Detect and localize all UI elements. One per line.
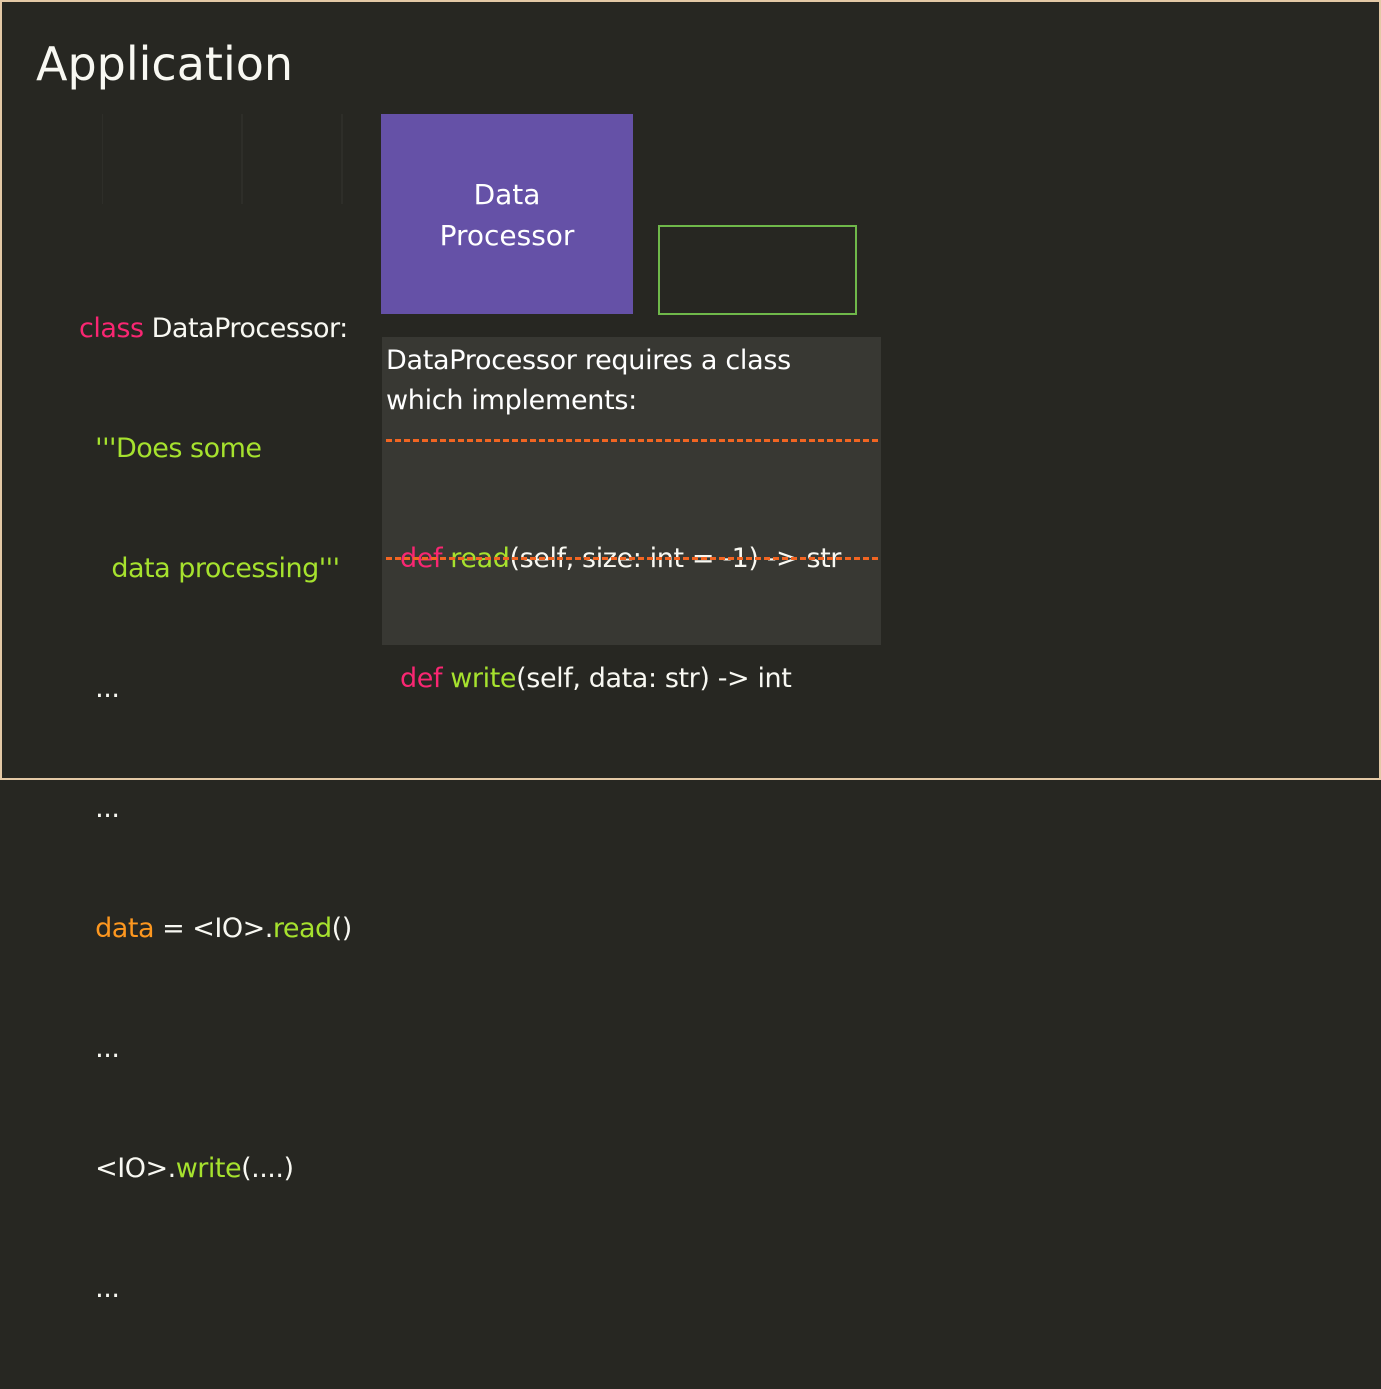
dashed-divider-top [386, 439, 878, 442]
requirements-panel: DataProcessor requires a class which imp… [382, 337, 881, 694]
requirements-text: DataProcessor requires a class which imp… [386, 341, 791, 421]
method-signature-write: (self, data: str) -> int [516, 663, 792, 694]
function-read: read [272, 913, 332, 944]
code-line-read: data = <IO>.read() [95, 913, 352, 944]
slide-title: Application [36, 37, 294, 91]
code-line-docstring-2: data processing''' [79, 549, 352, 589]
code-listing: class DataProcessor: '''Does some data p… [79, 229, 352, 1389]
faint-guide-lines [102, 114, 343, 204]
docstring-part-2: data processing''' [111, 553, 340, 584]
method-write: def write(self, data: str) -> int [400, 659, 841, 699]
method-name-write: write [450, 663, 517, 694]
code-line-docstring-1: '''Does some [79, 429, 352, 469]
code-line-ellipsis: ... [95, 673, 120, 704]
interface-methods: def read(self, size: int = -1) -> str de… [400, 459, 841, 779]
io-slot-placeholder [658, 225, 857, 315]
slide-frame: Application class DataProcessor: '''Does… [0, 0, 1381, 1304]
function-write: write [175, 1153, 242, 1184]
code-line-class: class DataProcessor: [79, 309, 352, 349]
code-line-ellipsis: ... [95, 1273, 120, 1304]
code-line-write: <IO>.write(....) [95, 1153, 294, 1184]
class-name: DataProcessor: [143, 313, 349, 344]
data-processor-box: Data Processor [381, 114, 633, 314]
docstring-part-1: '''Does some [95, 433, 262, 464]
dashed-divider-bottom [386, 557, 878, 560]
keyword-class: class [79, 313, 144, 344]
code-line-ellipsis: ... [95, 793, 120, 824]
keyword-def: def [400, 663, 443, 694]
processor-box-label-1: Data [473, 178, 541, 211]
code-line-ellipsis: ... [95, 1033, 120, 1064]
processor-box-label-2: Processor [439, 219, 575, 252]
requirements-line-2: which implements: [386, 385, 637, 416]
requirements-line-1: DataProcessor requires a class [386, 345, 791, 376]
variable-data: data [95, 913, 154, 944]
